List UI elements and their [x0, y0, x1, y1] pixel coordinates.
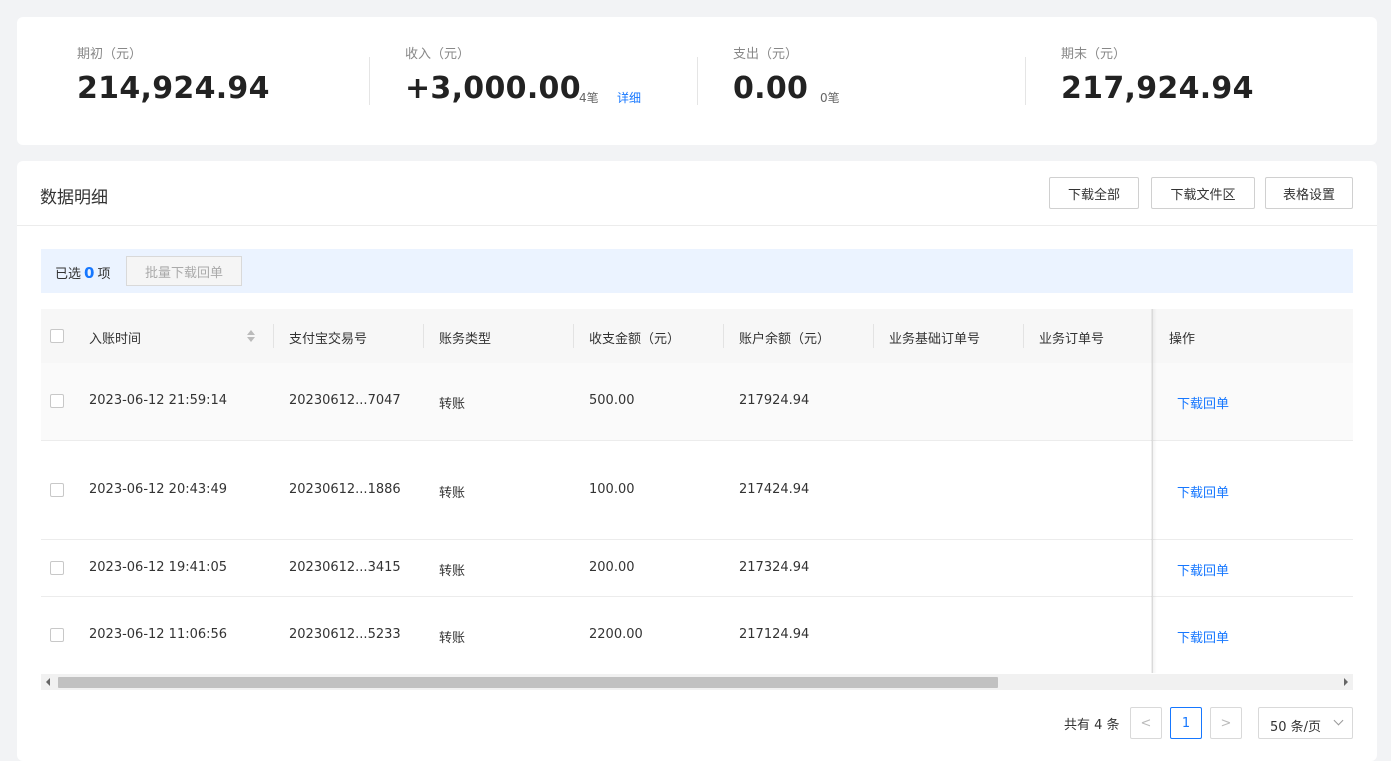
closing-balance-value: 217,924.94	[1061, 71, 1254, 106]
cell-trade-no: 20230612...7047	[289, 393, 401, 408]
cell-trade-no: 20230612...3415	[289, 560, 401, 575]
selection-suffix: 项	[97, 267, 111, 282]
page-size-value: 50 条/页	[1270, 720, 1322, 735]
scrollbar-thumb[interactable]	[58, 677, 998, 688]
expense-count: 0笔	[820, 91, 840, 105]
fixed-column-shadow	[1151, 309, 1157, 673]
summary-card: 期初（元） 214,924.94 收入（元） +3,000.00 4笔 详细 支…	[17, 17, 1377, 145]
opening-balance-value: 214,924.94	[77, 71, 270, 106]
income-label: 收入（元）	[405, 47, 471, 62]
column-divider	[723, 324, 724, 348]
detail-title: 数据明细	[40, 188, 108, 208]
table-settings-button[interactable]: 表格设置	[1265, 177, 1353, 209]
column-header-balance: 账户余额（元）	[739, 332, 831, 347]
download-receipt-link[interactable]: 下载回单	[1177, 482, 1229, 501]
scroll-right-icon[interactable]	[1344, 678, 1348, 686]
download-receipt-link[interactable]: 下载回单	[1177, 627, 1229, 646]
next-page-button[interactable]: >	[1210, 707, 1242, 739]
cell-balance: 217424.94	[739, 482, 810, 497]
cell-amount: 100.00	[589, 482, 635, 497]
download-receipt-link[interactable]: 下载回单	[1177, 393, 1229, 412]
row-checkbox[interactable]	[50, 483, 64, 497]
download-all-button[interactable]: 下载全部	[1049, 177, 1139, 209]
stat-divider	[1025, 57, 1026, 105]
row-checkbox[interactable]	[50, 394, 64, 408]
cell-balance: 217124.94	[739, 627, 810, 642]
batch-download-button[interactable]: 批量下载回单	[126, 256, 242, 286]
page-button-1[interactable]: 1	[1170, 707, 1202, 739]
column-divider	[273, 324, 274, 348]
detail-card: 数据明细 下载全部 下载文件区 表格设置 已选 0 项 批量下载回单 入账时间 支付…	[17, 161, 1377, 761]
cell-balance: 217924.94	[739, 393, 810, 408]
income-value: +3,000.00	[405, 71, 581, 106]
column-divider	[573, 324, 574, 348]
column-header-trade-no: 支付宝交易号	[289, 332, 368, 347]
income-count: 4笔	[579, 91, 599, 105]
download-files-button[interactable]: 下载文件区	[1151, 177, 1255, 209]
chevron-right-icon: >	[1220, 715, 1232, 731]
selection-prefix: 已选	[55, 267, 82, 282]
stat-divider	[369, 57, 370, 105]
cell-time: 2023-06-12 11:06:56	[89, 627, 228, 642]
column-header-type: 账务类型	[439, 332, 492, 347]
pagination-total: 共有 4 条	[1064, 718, 1120, 733]
selection-summary: 已选 0 项	[55, 263, 110, 282]
cell-amount: 2200.00	[589, 627, 643, 642]
cell-time: 2023-06-12 19:41:05	[89, 560, 228, 575]
column-header-time[interactable]: 入账时间	[89, 328, 141, 347]
row-checkbox[interactable]	[50, 561, 64, 575]
chevron-left-icon: <	[1140, 715, 1152, 731]
cell-trade-no: 20230612...1886	[289, 482, 401, 497]
cell-trade-no: 20230612...5233	[289, 627, 401, 642]
page-size-select[interactable]: 50 条/页	[1258, 707, 1353, 739]
income-detail-link[interactable]: 详细	[617, 89, 641, 106]
row-checkbox[interactable]	[50, 628, 64, 642]
stat-divider	[697, 57, 698, 105]
sort-icon[interactable]	[247, 330, 255, 342]
cell-time: 2023-06-12 21:59:14	[89, 393, 228, 408]
cell-type: 转账	[439, 486, 466, 501]
chevron-down-icon	[1333, 715, 1344, 726]
column-divider	[873, 324, 874, 348]
column-header-actions: 操作	[1169, 332, 1196, 347]
column-header-amount: 收支金额（元）	[589, 332, 681, 347]
selection-bar: 已选 0 项 批量下载回单	[41, 249, 1353, 293]
column-header-base-order-no: 业务基础订单号	[889, 332, 981, 347]
column-divider	[423, 324, 424, 348]
selection-count: 0	[84, 264, 95, 282]
closing-balance-label: 期末（元）	[1061, 47, 1127, 62]
cell-type: 转账	[439, 397, 466, 412]
cell-time: 2023-06-12 20:43:49	[89, 482, 228, 497]
column-divider	[1023, 324, 1024, 348]
cell-type: 转账	[439, 631, 466, 646]
column-header-order-no: 业务订单号	[1039, 332, 1105, 347]
horizontal-scrollbar[interactable]	[41, 674, 1353, 690]
cell-balance: 217324.94	[739, 560, 810, 575]
expense-label: 支出（元）	[733, 47, 799, 62]
expense-value: 0.00	[733, 71, 809, 106]
cell-amount: 200.00	[589, 560, 635, 575]
cell-type: 转账	[439, 564, 466, 579]
download-receipt-link[interactable]: 下载回单	[1177, 560, 1229, 579]
cell-amount: 500.00	[589, 393, 635, 408]
header-divider	[17, 225, 1377, 226]
opening-balance-label: 期初（元）	[77, 47, 143, 62]
scroll-left-icon[interactable]	[46, 678, 50, 686]
prev-page-button[interactable]: <	[1130, 707, 1162, 739]
select-all-checkbox[interactable]	[50, 329, 64, 343]
